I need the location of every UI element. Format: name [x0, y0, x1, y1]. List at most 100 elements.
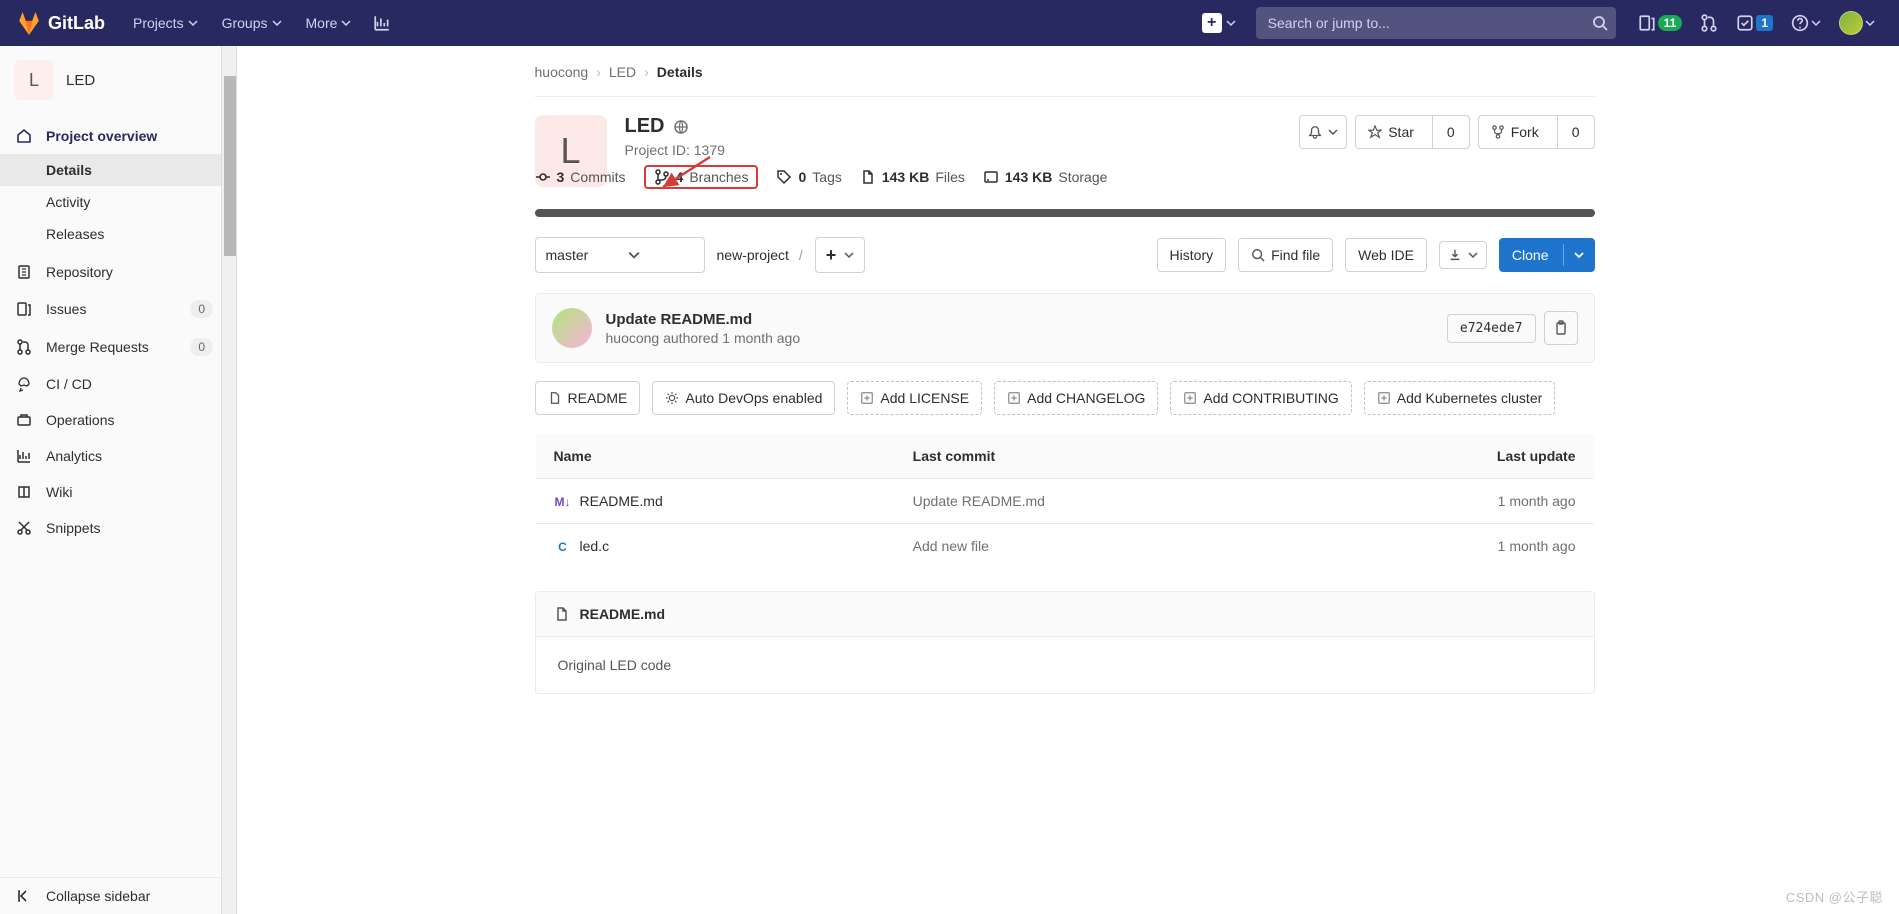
plus-icon: + [826, 246, 837, 264]
nav-groups[interactable]: Groups [212, 0, 292, 46]
doc-icon [548, 391, 562, 405]
table-header-row: Name Last commit Last update [535, 434, 1594, 479]
merge-requests-shortcut[interactable] [1692, 0, 1726, 46]
disk-icon [983, 169, 999, 185]
branch-select[interactable]: master [535, 237, 705, 273]
bell-icon [1308, 125, 1322, 139]
table-row[interactable]: Cled.cAdd new file1 month ago [535, 524, 1594, 569]
fork-button[interactable]: Fork 0 [1478, 115, 1595, 149]
nav-activity-icon[interactable] [365, 0, 399, 46]
search-icon [1251, 248, 1265, 262]
rocket-icon [16, 376, 32, 392]
sidebar-item-cicd[interactable]: CI / CD [0, 366, 229, 402]
chart-icon [373, 14, 391, 32]
add-license-button[interactable]: Add LICENSE [847, 381, 982, 415]
stat-storage[interactable]: 143 KBStorage [983, 169, 1108, 185]
brand-group[interactable]: GitLab [16, 10, 105, 36]
sidebar-collapse[interactable]: Collapse sidebar [0, 877, 229, 914]
search-input[interactable] [1256, 7, 1616, 39]
crumb-root[interactable]: huocong [535, 64, 589, 80]
commit-meta: huocong authored 1 month ago [606, 330, 801, 346]
notifications-dropdown[interactable] [1299, 115, 1347, 149]
user-menu[interactable] [1831, 0, 1883, 46]
brand-text: GitLab [48, 13, 105, 34]
sidebar-item-analytics[interactable]: Analytics [0, 438, 229, 474]
nav-projects[interactable]: Projects [123, 0, 208, 46]
stat-files[interactable]: 143 KBFiles [860, 169, 965, 185]
sidebar-item-repository[interactable]: Repository [0, 254, 229, 290]
table-row[interactable]: M↓README.mdUpdate README.md1 month ago [535, 479, 1594, 524]
history-button[interactable]: History [1157, 238, 1227, 272]
visibility-public-icon [673, 119, 689, 135]
web-ide-button[interactable]: Web IDE [1345, 238, 1427, 272]
sidebar-sub-activity[interactable]: Activity [0, 186, 229, 218]
sidebar-sub-details[interactable]: Details [0, 154, 229, 186]
todos-icon [1736, 14, 1754, 32]
file-type-icon: C [554, 540, 572, 554]
chevron-down-icon [341, 18, 351, 28]
last-commit: Update README.md huocong authored 1 mont… [535, 293, 1595, 363]
scissors-icon [16, 520, 32, 536]
download-button[interactable] [1439, 241, 1487, 269]
commit-author[interactable]: huocong [606, 330, 660, 346]
stat-commits[interactable]: 3Commits [535, 169, 626, 185]
find-file-button[interactable]: Find file [1238, 238, 1333, 272]
chevron-right-icon: › [644, 64, 649, 80]
plus-icon: + [1202, 13, 1222, 33]
sidebar-sub-releases[interactable]: Releases [0, 218, 229, 250]
th-last-commit: Last commit [895, 434, 1310, 479]
add-to-tree[interactable]: + [815, 237, 866, 273]
home-icon [16, 128, 32, 144]
search-icon[interactable] [1592, 15, 1608, 31]
chevron-right-icon: › [596, 64, 601, 80]
stat-tags[interactable]: 0Tags [776, 169, 841, 185]
watermark: CSDN @公子聪 [1786, 887, 1883, 906]
sidebar-project-header[interactable]: L LED [0, 46, 229, 114]
th-last-update: Last update [1310, 434, 1594, 479]
gear-icon [665, 391, 679, 405]
crumb-project[interactable]: LED [609, 64, 636, 80]
sidebar-item-wiki[interactable]: Wiki [0, 474, 229, 510]
sidebar-item-issues[interactable]: Issues 0 [0, 290, 229, 328]
chevron-down-icon [1865, 18, 1875, 28]
commit-message[interactable]: Update README.md [606, 311, 801, 328]
add-k8s-button[interactable]: Add Kubernetes cluster [1364, 381, 1556, 415]
readme-button[interactable]: README [535, 381, 641, 415]
file-name[interactable]: led.c [580, 538, 610, 554]
todos-count-badge: 1 [1756, 15, 1773, 31]
nav-more[interactable]: More [296, 0, 362, 46]
star-button[interactable]: Star 0 [1355, 115, 1469, 149]
autodevops-button[interactable]: Auto DevOps enabled [652, 381, 835, 415]
top-navbar: GitLab Projects Groups More + 11 1 [0, 0, 1899, 46]
file-last-commit[interactable]: Update README.md [895, 479, 1310, 524]
issues-shortcut[interactable]: 11 [1630, 0, 1691, 46]
plus-square-icon [1377, 391, 1391, 405]
path-root[interactable]: new-project [717, 247, 789, 263]
sidebar-item-operations[interactable]: Operations [0, 402, 229, 438]
todos-shortcut[interactable]: 1 [1728, 0, 1781, 46]
sidebar-item-merge-requests[interactable]: Merge Requests 0 [0, 328, 229, 366]
sidebar-item-overview[interactable]: Project overview [0, 118, 229, 154]
file-last-commit[interactable]: Add new file [895, 524, 1310, 569]
path-breadcrumb: new-project / [717, 247, 803, 263]
fork-count: 0 [1557, 116, 1594, 148]
add-contributing-button[interactable]: Add CONTRIBUTING [1170, 381, 1351, 415]
collapse-icon [16, 888, 32, 904]
main: huocong › LED › Details L LED Project ID… [230, 46, 1899, 914]
file-last-update: 1 month ago [1310, 479, 1594, 524]
help-menu[interactable] [1783, 0, 1829, 46]
clone-button[interactable]: Clone [1499, 238, 1595, 272]
file-name[interactable]: README.md [580, 493, 663, 509]
book-icon [16, 484, 32, 500]
add-changelog-button[interactable]: Add CHANGELOG [994, 381, 1158, 415]
issues-count: 0 [190, 300, 213, 318]
tag-icon [776, 169, 792, 185]
sidebar-item-snippets[interactable]: Snippets [0, 510, 229, 546]
new-menu[interactable]: + [1194, 7, 1244, 39]
avatar [552, 308, 592, 348]
commit-sha[interactable]: e724ede7 [1447, 314, 1536, 343]
chevron-down-icon [1226, 18, 1236, 28]
project-avatar: L [14, 60, 54, 100]
copy-sha-button[interactable] [1544, 311, 1578, 345]
chevron-down-icon [1468, 250, 1478, 260]
